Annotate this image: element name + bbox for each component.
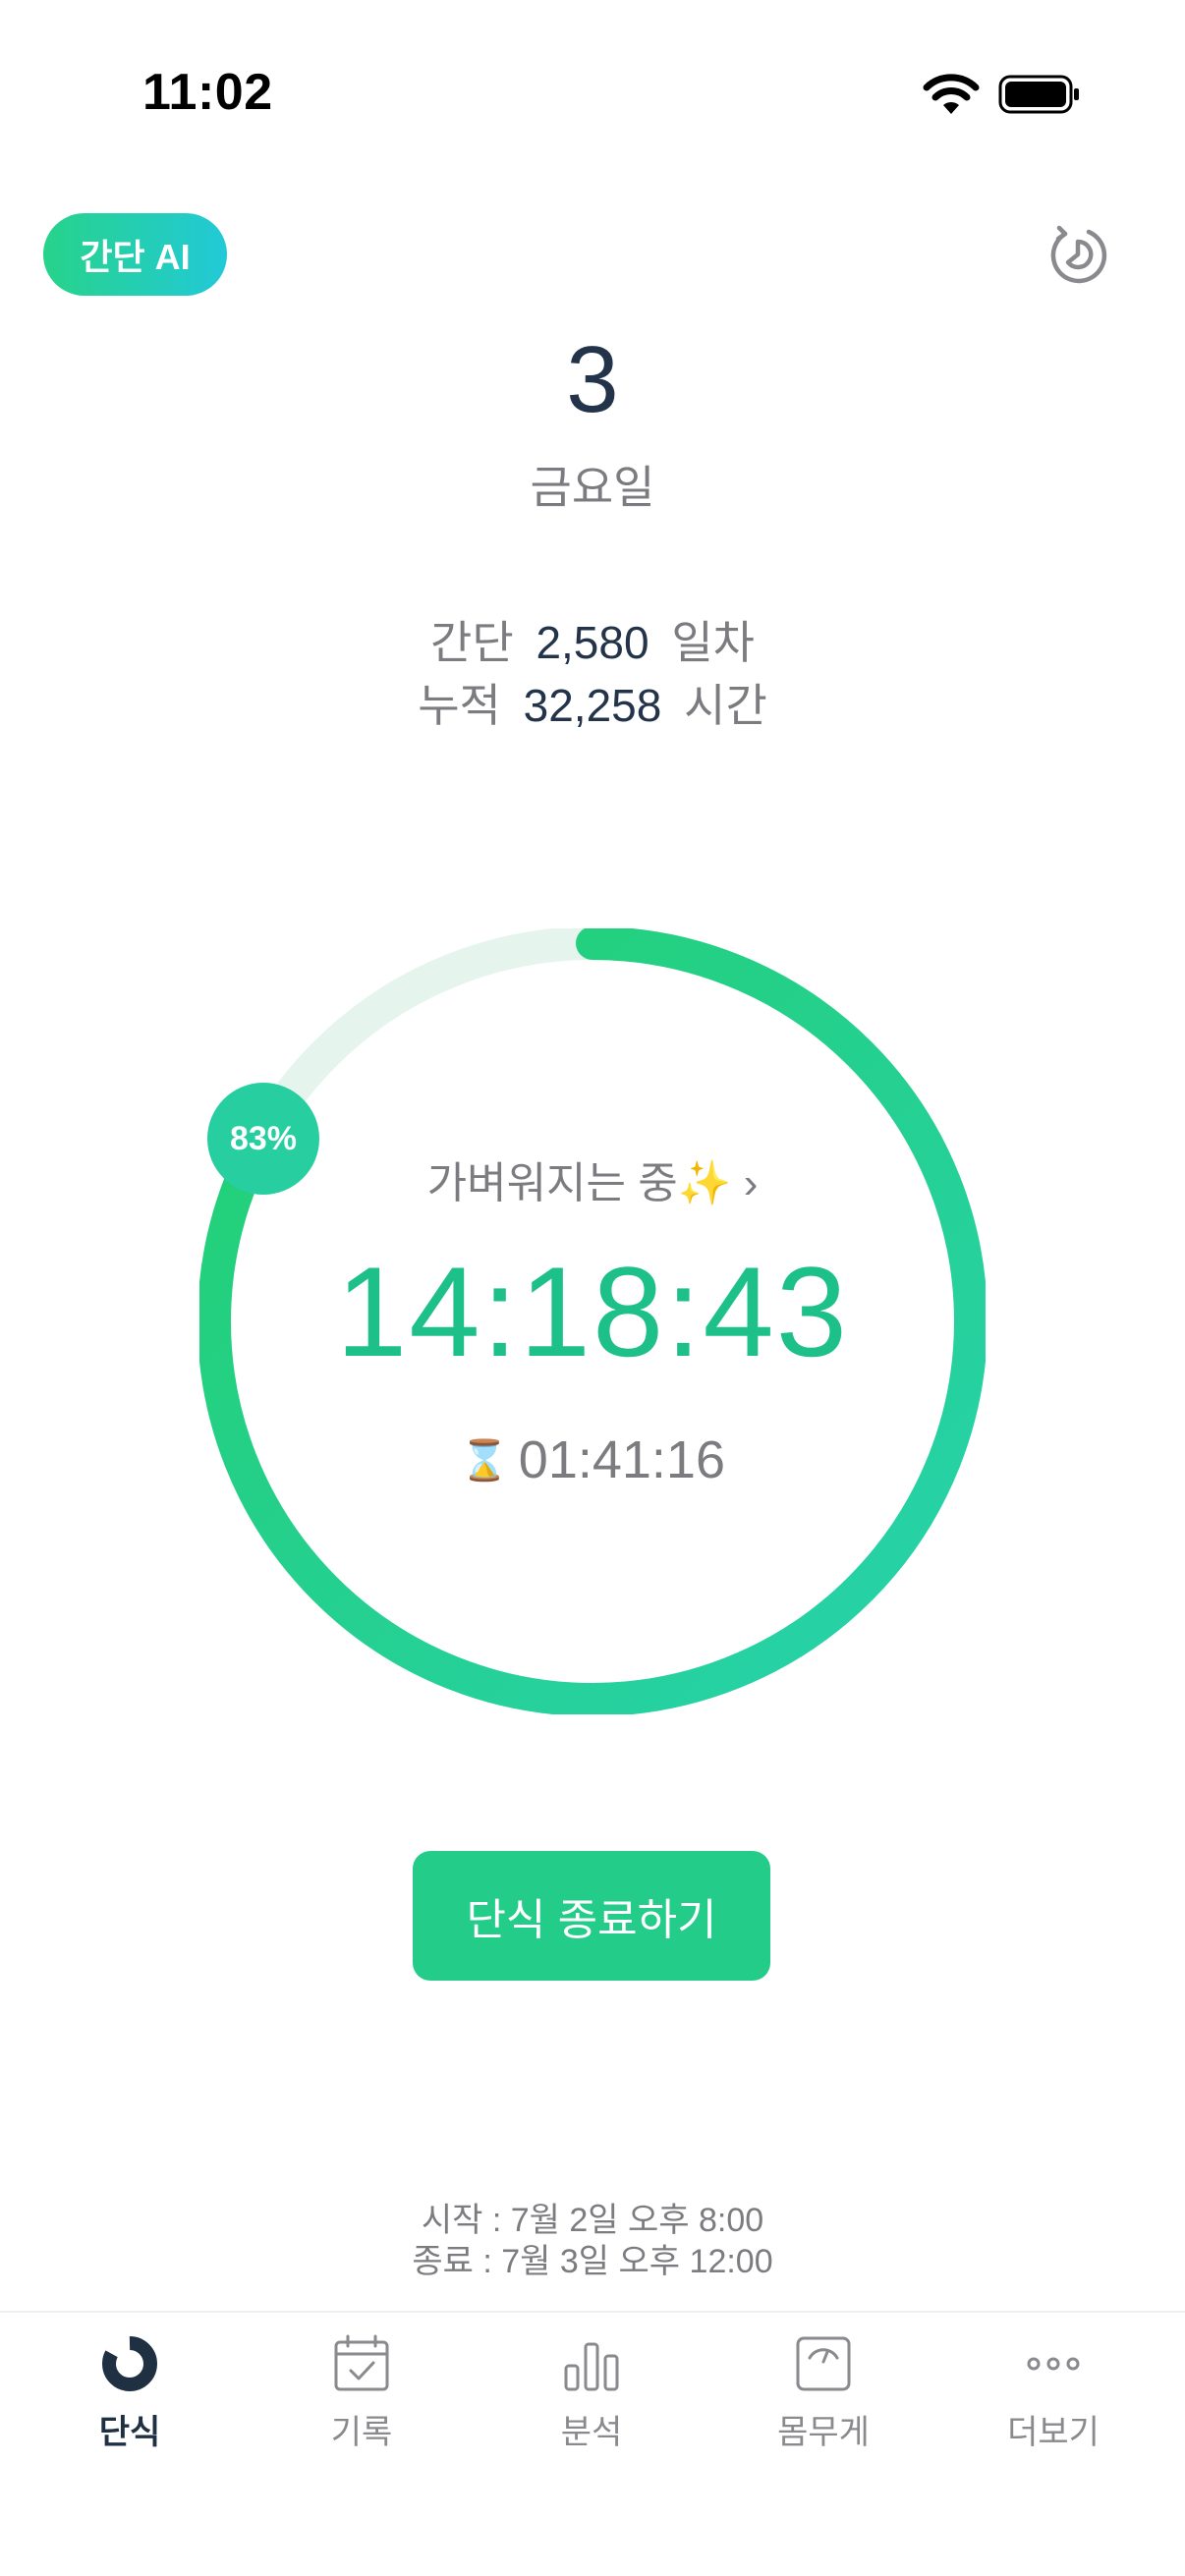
remaining-value: 01:41:16 — [518, 1430, 725, 1489]
tab-fasting[interactable]: 단식 — [12, 2332, 248, 2451]
total-label: 누적 — [418, 680, 501, 731]
weekday-label: 금요일 — [530, 462, 655, 513]
ai-badge-button[interactable]: 간단 AI — [43, 213, 227, 296]
more-dots-icon — [1027, 2357, 1080, 2371]
hourglass-icon: ⌛ — [459, 1439, 509, 1483]
tab-label: 기록 — [330, 2414, 393, 2451]
streak-stat: 간단 2,580 일차 — [0, 607, 1185, 672]
status-bar-time: 11:02 — [142, 64, 273, 121]
total-stat: 누적 32,258 시간 — [0, 670, 1185, 735]
fasting-status-link[interactable]: 가벼워지는 중✨ › — [0, 1148, 1185, 1210]
end-time: 종료 : 7월 3일 오후 12:00 — [412, 2243, 773, 2280]
bar-chart-icon — [564, 2342, 619, 2391]
tab-bar-divider — [0, 2311, 1185, 2313]
tab-more[interactable]: 더보기 — [935, 2332, 1171, 2451]
tab-weight[interactable]: 몸무게 — [705, 2332, 941, 2451]
history-icon[interactable] — [1045, 222, 1110, 287]
tab-label: 더보기 — [1007, 2414, 1100, 2451]
tab-label: 몸무게 — [777, 2414, 870, 2451]
fasting-ring-icon — [102, 2335, 157, 2391]
remaining-time: ⌛ 01:41:16 — [0, 1429, 1185, 1490]
end-fast-button[interactable]: 단식 종료하기 — [413, 1851, 770, 1981]
wifi-icon — [923, 74, 980, 114]
tab-label: 분석 — [560, 2414, 623, 2451]
total-unit: 시간 — [684, 680, 767, 731]
day-number: 3 — [566, 327, 619, 432]
tab-log[interactable]: 기록 — [244, 2332, 480, 2451]
tab-label: 단식 — [98, 2414, 161, 2451]
elapsed-time: 14:18:43 — [335, 1240, 850, 1383]
tab-analysis[interactable]: 분석 — [474, 2332, 709, 2451]
battery-icon — [998, 75, 1079, 114]
streak-value: 2,580 — [536, 617, 649, 668]
scale-icon — [796, 2336, 851, 2391]
streak-label: 간단 — [430, 617, 514, 668]
streak-unit: 일차 — [671, 617, 755, 668]
calendar-check-icon — [334, 2334, 389, 2391]
total-value: 32,258 — [523, 680, 662, 731]
